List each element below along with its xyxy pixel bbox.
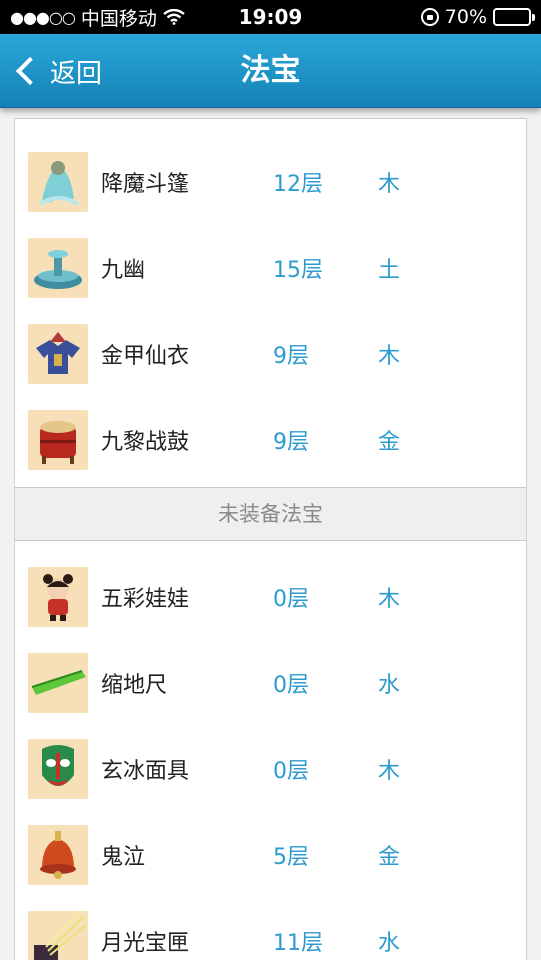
back-label: 返回 [50,58,103,89]
list-item[interactable]: 缩地尺 0层 水 [15,640,526,726]
item-element: 木 [378,587,401,612]
item-level: 0层 [273,673,309,698]
equipped-list: 降魔斗篷 12层 木 九幽 15层 土 金甲仙衣 9层 木 九黎战鼓 9层 金 [14,118,527,488]
list-item[interactable]: 玄冰面具 0层 木 [15,726,526,812]
nav-bar: 返回 法宝 [0,34,541,108]
item-name: 九幽 [101,258,146,283]
item-level: 9层 [273,430,309,455]
item-name: 金甲仙衣 [101,344,190,369]
fountain-icon [28,238,88,298]
status-bar: ●●●○○ 中国移动 19:09 70% [0,0,541,34]
signal-strength: ●●●○○ [10,7,76,27]
item-name: 玄冰面具 [101,759,190,784]
box-icon [28,911,88,960]
status-left: ●●●○○ 中国移动 [10,4,185,31]
chevron-left-icon [15,56,45,86]
list-item[interactable]: 九幽 15层 土 [15,225,526,311]
list-item[interactable]: 九黎战鼓 9层 金 [15,397,526,483]
item-element: 水 [378,931,401,956]
item-level: 12层 [273,172,323,197]
mask-icon [28,739,88,799]
rotation-lock-icon [420,8,439,26]
item-element: 金 [378,845,401,870]
item-level: 9层 [273,344,309,369]
item-level: 15层 [273,258,323,283]
list-item[interactable]: 五彩娃娃 0层 木 [15,554,526,640]
wifi-icon [163,9,185,25]
cloak-icon [28,152,88,212]
item-name: 鬼泣 [101,845,146,870]
item-element: 木 [378,759,401,784]
drum-icon [28,410,88,470]
unequipped-section-header: 未装备法宝 [14,488,527,540]
battery-percent: 70% [444,6,487,28]
list-item[interactable]: 降魔斗篷 12层 木 [15,139,526,225]
item-level: 0层 [273,587,309,612]
item-element: 木 [378,344,401,369]
doll-icon [28,567,88,627]
item-level: 5层 [273,845,309,870]
item-name: 月光宝匣 [101,931,190,956]
battery-icon [493,8,535,26]
item-name: 降魔斗篷 [101,172,190,197]
battery-nub [532,14,535,21]
item-name: 五彩娃娃 [101,587,190,612]
ruler-icon [28,653,88,713]
list-item[interactable]: 鬼泣 5层 金 [15,812,526,898]
unequipped-list: 五彩娃娃 0层 木 缩地尺 0层 水 玄冰面具 0层 木 鬼泣 5层 金 月光宝… [14,540,527,960]
item-element: 金 [378,430,401,455]
item-element: 木 [378,172,401,197]
item-name: 九黎战鼓 [101,430,190,455]
item-element: 土 [378,258,401,283]
list-item[interactable]: 月光宝匣 11层 水 [15,898,526,960]
bell-icon [28,825,88,885]
item-level: 0层 [273,759,309,784]
item-level: 11层 [273,931,323,956]
item-name: 缩地尺 [101,673,168,698]
content-area[interactable]: 降魔斗篷 12层 木 九幽 15层 土 金甲仙衣 9层 木 九黎战鼓 9层 金 … [0,108,541,960]
list-item[interactable]: 金甲仙衣 9层 木 [15,311,526,397]
carrier-name: 中国移动 [80,7,157,30]
armor-icon [28,324,88,384]
status-right: 70% [420,6,535,28]
back-button[interactable]: 返回 [12,50,102,92]
item-element: 水 [378,673,401,698]
